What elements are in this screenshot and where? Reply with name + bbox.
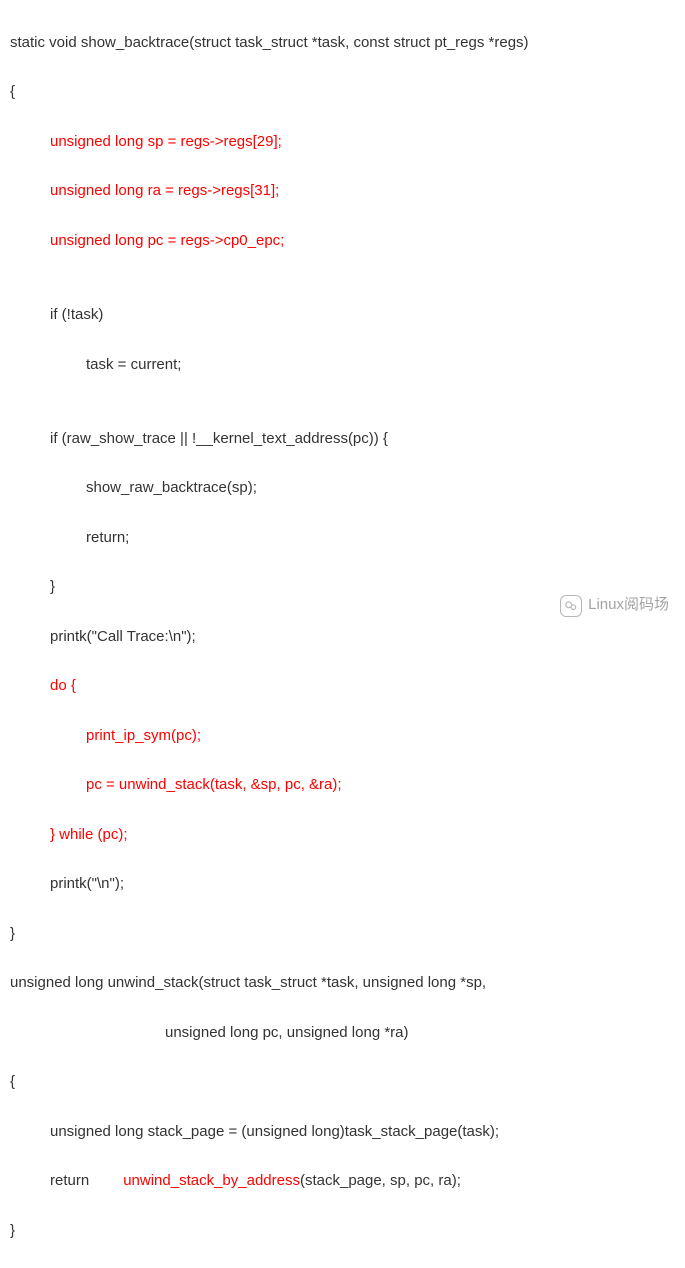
code-line-highlighted: unsigned long sp = regs->regs[29]; — [10, 130, 675, 155]
code-line: show_raw_backtrace(sp); — [10, 476, 675, 501]
code-block: static void show_backtrace(struct task_s… — [10, 6, 675, 1268]
code-line-highlighted: print_ip_sym(pc); — [10, 724, 675, 749]
code-line: static void show_backtrace(struct task_s… — [10, 31, 675, 56]
code-line-highlighted: unsigned long pc = regs->cp0_epc; — [10, 229, 675, 254]
code-line: } — [10, 922, 675, 947]
code-line-highlighted: pc = unwind_stack(task, &sp, pc, &ra); — [10, 773, 675, 798]
code-line: unsigned long pc, unsigned long *ra) — [10, 1021, 675, 1046]
code-line-highlighted: unsigned long ra = regs->regs[31]; — [10, 179, 675, 204]
code-line: if (raw_show_trace || !__kernel_text_add… — [10, 427, 675, 452]
code-args: (stack_page, sp, pc, ra); — [300, 1172, 461, 1189]
code-line: unsigned long unwind_stack(struct task_s… — [10, 971, 675, 996]
code-line: { — [10, 1070, 675, 1095]
code-line: return unwind_stack_by_address(stack_page… — [10, 1169, 675, 1194]
code-line: if (!task) — [10, 303, 675, 328]
code-line-highlighted: do { — [10, 674, 675, 699]
highlighted-function: unwind_stack_by_address — [123, 1172, 300, 1189]
watermark-text: Linux阅码场 — [588, 593, 669, 618]
code-line: printk("\n"); — [10, 872, 675, 897]
code-line: { — [10, 80, 675, 105]
code-line: } — [10, 1219, 675, 1244]
code-line: return; — [10, 526, 675, 551]
code-line-highlighted: } while (pc); — [10, 823, 675, 848]
wechat-icon — [560, 595, 582, 617]
code-line: printk("Call Trace:\n"); — [10, 625, 675, 650]
watermark: Linux阅码场 — [560, 593, 669, 618]
code-line: task = current; — [10, 353, 675, 378]
code-line: unsigned long stack_page = (unsigned lon… — [10, 1120, 675, 1145]
return-keyword: return — [50, 1172, 89, 1189]
